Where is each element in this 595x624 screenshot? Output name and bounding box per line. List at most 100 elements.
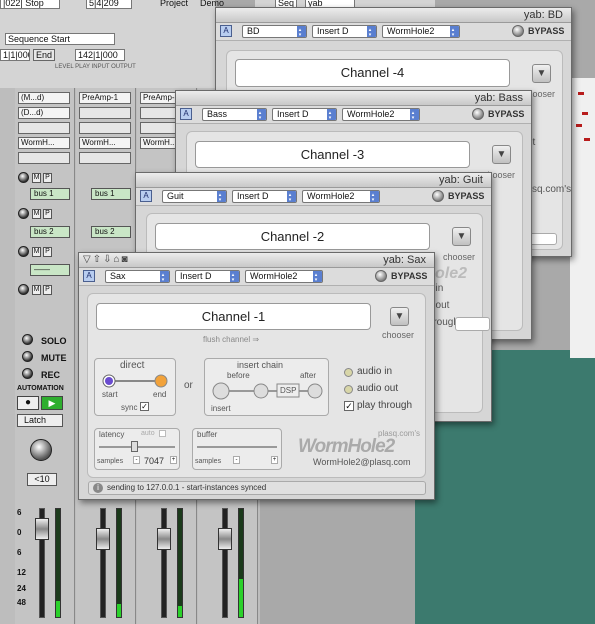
end-field[interactable]: 142|1|000 bbox=[75, 49, 125, 61]
play-button[interactable]: ▶ bbox=[41, 396, 63, 410]
insert-slot[interactable] bbox=[79, 122, 131, 134]
title-bar[interactable]: yab: BD bbox=[216, 8, 571, 23]
latency-inc[interactable]: + bbox=[170, 456, 177, 464]
send-knob[interactable] bbox=[18, 284, 29, 295]
buffer-slider[interactable] bbox=[197, 446, 277, 448]
chooser-button[interactable]: ▼ bbox=[532, 64, 551, 83]
meter-fill bbox=[178, 606, 182, 617]
insert-slot[interactable] bbox=[79, 152, 131, 164]
end-label: end bbox=[153, 390, 167, 399]
chooser-button[interactable]: ▼ bbox=[452, 227, 471, 246]
source-select[interactable]: Sax bbox=[105, 270, 170, 283]
title-bar[interactable]: ▽⇧⇩⌂◙ yab: Sax bbox=[79, 253, 434, 268]
bus-select[interactable]: —— bbox=[30, 264, 70, 276]
channel-display[interactable]: Channel -1 bbox=[96, 303, 371, 330]
toolbar-icons[interactable]: ▽⇧⇩⌂◙ bbox=[83, 254, 130, 265]
bus-select[interactable]: bus 1 bbox=[30, 188, 70, 200]
latch-select[interactable]: Latch bbox=[17, 414, 63, 427]
scale-24: 24 bbox=[17, 584, 26, 593]
buffer-inc[interactable]: + bbox=[271, 456, 278, 464]
channel-display[interactable]: Channel -3 bbox=[195, 141, 470, 168]
insert-label: insert bbox=[211, 404, 231, 413]
source-select[interactable]: BD bbox=[242, 25, 307, 38]
plugin-select[interactable]: WormHole2 bbox=[342, 108, 420, 121]
title-bar[interactable]: yab: Bass bbox=[176, 91, 531, 106]
sync-checkbox[interactable]: ✓ bbox=[140, 402, 149, 411]
counter-field[interactable]: |022| Stop bbox=[0, 0, 60, 9]
insert-select[interactable]: Insert D bbox=[232, 190, 297, 203]
bypass-led[interactable] bbox=[472, 108, 484, 120]
source-select[interactable]: Bass bbox=[202, 108, 267, 121]
send-mute-button[interactable]: M bbox=[32, 173, 41, 183]
play-through-checkbox[interactable]: ✓ bbox=[344, 401, 354, 411]
latency-slider-thumb[interactable] bbox=[131, 441, 138, 452]
chooser-button[interactable]: ▼ bbox=[492, 145, 511, 164]
insert-slot[interactable]: (D...d) bbox=[18, 107, 70, 119]
volume-fader[interactable] bbox=[218, 528, 232, 550]
latency-value[interactable]: 7047 bbox=[144, 456, 164, 466]
insert-select[interactable]: Insert D bbox=[272, 108, 337, 121]
bypass-led[interactable] bbox=[375, 270, 387, 282]
auto-checkbox[interactable] bbox=[159, 430, 166, 437]
solo-led[interactable] bbox=[22, 334, 33, 345]
pan-knob[interactable] bbox=[30, 439, 52, 461]
insert-slot[interactable]: WormH... bbox=[18, 137, 70, 149]
auto-button[interactable]: A bbox=[83, 270, 95, 282]
scale-12: 12 bbox=[17, 568, 26, 577]
rec-led[interactable] bbox=[22, 368, 33, 379]
insert-slot[interactable]: WormH... bbox=[79, 137, 131, 149]
position-field[interactable]: 5|4|209 bbox=[86, 0, 132, 9]
plugin-window-sax[interactable]: ▽⇧⇩⌂◙ yab: Sax A Sax Insert D WormHole2 … bbox=[78, 252, 435, 500]
bypass-led[interactable] bbox=[432, 190, 444, 202]
insert-slot[interactable]: (M...d) bbox=[18, 92, 70, 104]
send-mute-button[interactable]: M bbox=[32, 285, 41, 295]
end-node bbox=[154, 374, 168, 388]
send-play-button[interactable]: P bbox=[43, 247, 52, 257]
bus-select[interactable]: bus 1 bbox=[91, 188, 131, 200]
end-button[interactable]: End bbox=[33, 49, 55, 61]
volume-fader[interactable] bbox=[96, 528, 110, 550]
insert-slot[interactable] bbox=[18, 122, 70, 134]
channel-display[interactable]: Channel -2 bbox=[155, 223, 430, 250]
plugin-select[interactable]: WormHole2 bbox=[382, 25, 460, 38]
send-knob[interactable] bbox=[18, 208, 29, 219]
send-play-button[interactable]: P bbox=[43, 173, 52, 183]
send-knob[interactable] bbox=[18, 246, 29, 257]
chooser-button[interactable]: ▼ bbox=[390, 307, 409, 326]
bus-select[interactable]: bus 2 bbox=[30, 226, 70, 238]
send-play-button[interactable]: P bbox=[43, 285, 52, 295]
mute-led[interactable] bbox=[22, 351, 33, 362]
header-labels: LEVEL PLAY INPUT OUTPUT bbox=[55, 64, 136, 70]
buffer-dec[interactable]: - bbox=[233, 456, 240, 464]
send-knob[interactable] bbox=[18, 172, 29, 183]
insert-select[interactable]: Insert D bbox=[312, 25, 377, 38]
send-mute-button[interactable]: M bbox=[32, 209, 41, 219]
plugin-select[interactable]: WormHole2 bbox=[245, 270, 323, 283]
insert-slot[interactable] bbox=[18, 152, 70, 164]
latency-dec[interactable]: - bbox=[133, 456, 140, 464]
bus-select[interactable]: bus 2 bbox=[91, 226, 131, 238]
insert-select[interactable]: Insert D bbox=[175, 270, 240, 283]
plugin-select[interactable]: WormHole2 bbox=[302, 190, 380, 203]
marker-field[interactable]: Sequence Start bbox=[5, 33, 115, 45]
channel-display[interactable]: Channel -4 bbox=[235, 59, 510, 87]
record-button[interactable]: ● bbox=[17, 396, 39, 410]
auto-button[interactable]: A bbox=[180, 108, 192, 120]
volume-fader[interactable] bbox=[35, 518, 49, 540]
auto-button[interactable]: A bbox=[220, 25, 232, 37]
volume-fader[interactable] bbox=[157, 528, 171, 550]
flush-channel-link[interactable]: flush channel ⇒ bbox=[203, 335, 259, 344]
start-field[interactable]: 1|1|000 bbox=[0, 49, 30, 61]
sync-label: sync bbox=[121, 403, 138, 412]
level-meter bbox=[238, 508, 244, 618]
insert-slot[interactable]: PreAmp-1 bbox=[79, 92, 131, 104]
insert-slot[interactable] bbox=[79, 107, 131, 119]
auto-button[interactable]: A bbox=[140, 190, 152, 202]
title-bar[interactable]: yab: Guit bbox=[136, 173, 491, 188]
send-mute-button[interactable]: M bbox=[32, 247, 41, 257]
audio-in-radio[interactable] bbox=[344, 368, 353, 377]
audio-out-radio[interactable] bbox=[344, 385, 353, 394]
send-play-button[interactable]: P bbox=[43, 209, 52, 219]
source-select[interactable]: Guit bbox=[162, 190, 227, 203]
bypass-led[interactable] bbox=[512, 25, 524, 37]
